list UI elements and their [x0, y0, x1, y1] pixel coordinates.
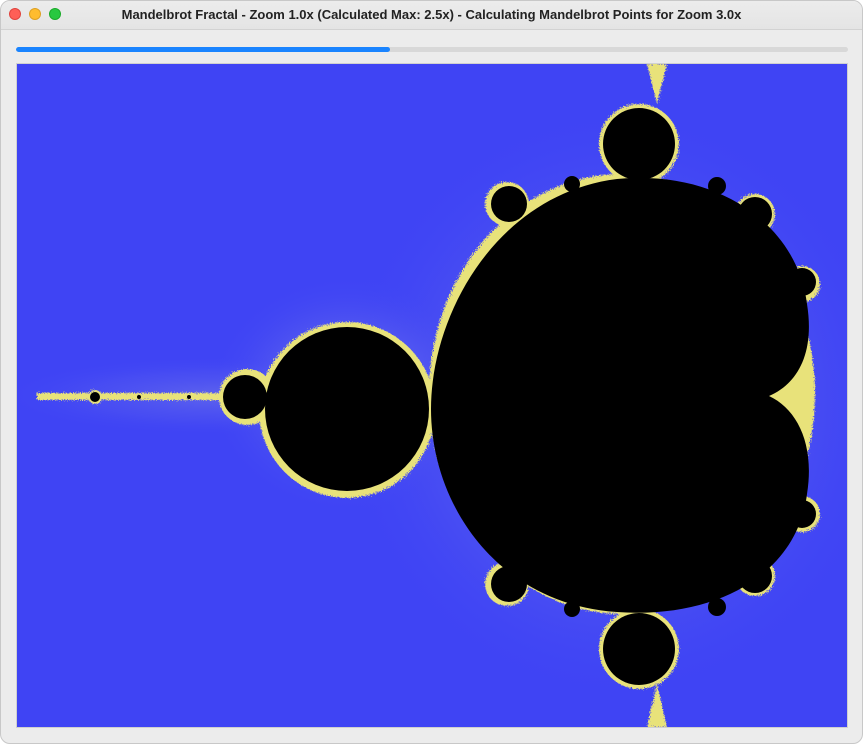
progress-bar [16, 47, 848, 52]
app-window: Mandelbrot Fractal - Zoom 1.0x (Calculat… [0, 0, 863, 744]
title-bar[interactable]: Mandelbrot Fractal - Zoom 1.0x (Calculat… [1, 1, 862, 30]
window-title: Mandelbrot Fractal - Zoom 1.0x (Calculat… [121, 7, 742, 22]
progress-fill [16, 47, 391, 52]
fractal-canvas[interactable] [16, 63, 848, 728]
mandelbrot-image [17, 64, 847, 727]
